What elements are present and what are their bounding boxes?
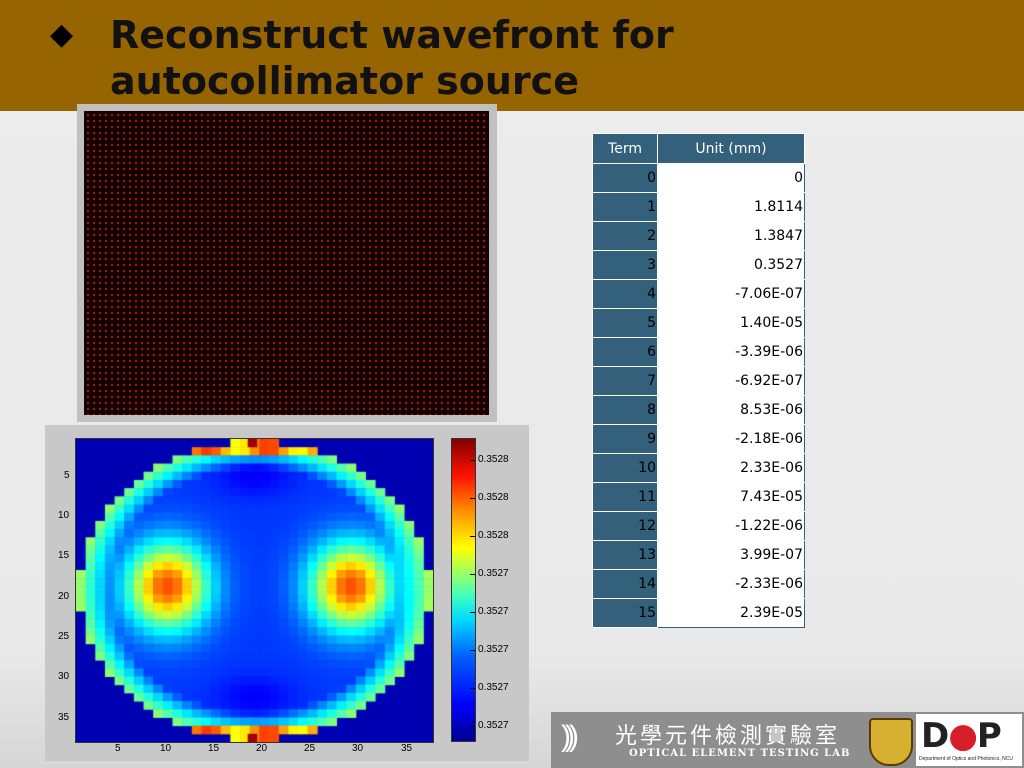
table-row: 4 -7.06E-07 — [592, 279, 805, 309]
colorbar-tick-label: 0.3527 — [478, 568, 509, 579]
value-cell: 2.33E-06 — [657, 453, 805, 483]
term-cell: 1 — [592, 192, 658, 222]
colorbar-tick-mark — [470, 574, 475, 575]
table-row: 5 1.40E-05 — [592, 308, 805, 338]
term-cell: 3 — [592, 250, 658, 280]
colorbar-tick-mark — [470, 650, 475, 651]
term-cell: 5 — [592, 308, 658, 338]
dop-logo: D●P Department of Optics and Photonics, … — [916, 714, 1022, 766]
term-cell: 8 — [592, 395, 658, 425]
header-term: Term — [592, 133, 658, 164]
value-cell: -1.22E-06 — [657, 511, 805, 541]
term-cell: 12 — [592, 511, 658, 541]
x-tick-label: 20 — [256, 743, 268, 754]
colorbar-tick-label: 0.3527 — [478, 720, 509, 731]
colorbar-tick-label: 0.3527 — [478, 606, 509, 617]
table-row: 12 -1.22E-06 — [592, 511, 805, 541]
table-row: 9 -2.18E-06 — [592, 424, 805, 454]
dop-logo-text: D●P — [921, 716, 1002, 756]
slide-title: Reconstruct wavefront for autocollimator… — [110, 13, 674, 103]
value-cell: -2.33E-06 — [657, 569, 805, 599]
colorbar-tick-mark — [470, 726, 475, 727]
y-tick-label: 30 — [58, 671, 70, 682]
term-cell: 15 — [592, 598, 658, 628]
colorbar-tick-label: 0.3528 — [478, 454, 509, 465]
colorbar — [451, 438, 476, 742]
wave-logo-icon: ))) — [561, 720, 579, 753]
term-cell: 11 — [592, 482, 658, 512]
value-cell: -3.39E-06 — [657, 337, 805, 367]
table-row: 3 0.3527 — [592, 250, 805, 280]
y-tick-label: 20 — [58, 591, 70, 602]
value-cell: 0.3527 — [657, 250, 805, 280]
table-row: 10 2.33E-06 — [592, 453, 805, 483]
value-cell: 1.3847 — [657, 221, 805, 251]
table-row: 8 8.53E-06 — [592, 395, 805, 425]
term-cell: 0 — [592, 163, 658, 193]
table-row: 2 1.3847 — [592, 221, 805, 251]
term-cell: 14 — [592, 569, 658, 599]
x-tick-label: 10 — [160, 743, 172, 754]
value-cell: -7.06E-07 — [657, 279, 805, 309]
diamond-bullet-icon: ◆ — [50, 18, 74, 51]
colorbar-tick-mark — [470, 498, 475, 499]
term-cell: 10 — [592, 453, 658, 483]
table-row: 7 -6.92E-07 — [592, 366, 805, 396]
table-row: 13 3.99E-07 — [592, 540, 805, 570]
table-row: 14 -2.33E-06 — [592, 569, 805, 599]
value-cell: 2.39E-05 — [657, 598, 805, 628]
table-row: 6 -3.39E-06 — [592, 337, 805, 367]
colorbar-tick-mark — [470, 536, 475, 537]
zernike-terms-table: Term Unit (mm) 0 0 1 1.8114 2 1.3847 3 0.3527 4-… — [592, 133, 805, 628]
term-cell: 2 — [592, 221, 658, 251]
value-cell: -2.18E-06 — [657, 424, 805, 454]
colorbar-tick-mark — [470, 612, 475, 613]
table-row: 15 2.39E-05 — [592, 598, 805, 628]
lab-name-chinese: 光學元件檢測實驗室 — [615, 724, 841, 749]
x-tick-label: 30 — [352, 743, 364, 754]
term-cell: 6 — [592, 337, 658, 367]
x-tick-label: 15 — [208, 743, 220, 754]
term-cell: 13 — [592, 540, 658, 570]
header-unit: Unit (mm) — [657, 133, 805, 164]
value-cell: 8.53E-06 — [657, 395, 805, 425]
y-tick-label: 5 — [64, 470, 70, 481]
x-tick-label: 5 — [115, 743, 121, 754]
x-tick-label: 35 — [401, 743, 413, 754]
term-cell: 4 — [592, 279, 658, 309]
colorbar-tick-label: 0.3528 — [478, 492, 509, 503]
colorbar-tick-label: 0.3527 — [478, 682, 509, 693]
y-tick-label: 25 — [58, 631, 70, 642]
x-tick-label: 25 — [304, 743, 316, 754]
value-cell: 1.40E-05 — [657, 308, 805, 338]
table-row: 11 7.43E-05 — [592, 482, 805, 512]
colorbar-tick-mark — [470, 460, 475, 461]
lab-name-english: OPTICAL ELEMENT TESTING LAB — [629, 748, 851, 759]
wavefront-heatmap — [75, 438, 434, 743]
dot-grid-image — [84, 111, 489, 415]
value-cell: 3.99E-07 — [657, 540, 805, 570]
table-row: 1 1.8114 — [592, 192, 805, 222]
lab-logo-footer: ))) 光學元件檢測實驗室 OPTICAL ELEMENT TESTING LA… — [551, 712, 1024, 768]
dop-subtitle: Department of Optics and Photonics, NCU — [919, 756, 1013, 762]
y-tick-label: 10 — [58, 510, 70, 521]
term-cell: 7 — [592, 366, 658, 396]
colorbar-tick-label: 0.3528 — [478, 530, 509, 541]
term-cell: 9 — [592, 424, 658, 454]
y-tick-label: 15 — [58, 550, 70, 561]
colorbar-tick-label: 0.3527 — [478, 644, 509, 655]
wavefront-heatmap-canvas — [76, 439, 433, 742]
table-row: 00 — [592, 163, 805, 193]
value-cell: 0 — [657, 163, 805, 193]
value-cell: 7.43E-05 — [657, 482, 805, 512]
value-cell: 1.8114 — [657, 192, 805, 222]
colorbar-tick-mark — [470, 688, 475, 689]
value-cell: -6.92E-07 — [657, 366, 805, 396]
university-badge-icon — [869, 718, 913, 766]
y-tick-label: 35 — [58, 712, 70, 723]
